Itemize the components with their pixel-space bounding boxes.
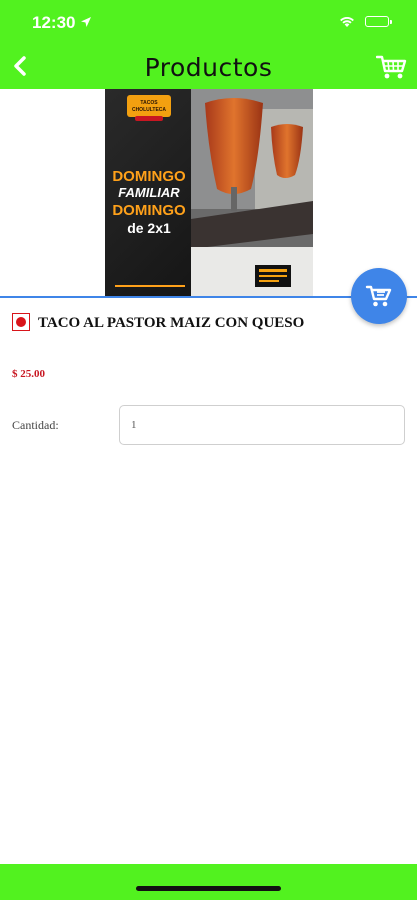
promo-line-3: DOMINGO: [112, 202, 186, 219]
product-name: TACO AL PASTOR MAIZ CON QUESO: [38, 315, 305, 331]
status-bar: 12:30: [0, 0, 417, 44]
location-arrow-icon: [80, 15, 92, 33]
home-indicator[interactable]: [136, 886, 281, 891]
add-to-cart-button[interactable]: [351, 268, 407, 324]
product-price: $ 25.00: [12, 368, 45, 380]
product-image: TACOS CHOLULTECA DOMINGO FAMILIAR DOMING…: [105, 89, 313, 297]
bottom-bar: [0, 864, 417, 900]
wifi-icon: [338, 15, 356, 33]
quantity-input[interactable]: [119, 405, 405, 445]
header-bar: 12:30 Productos: [0, 0, 417, 89]
promo-line-2: FAMILIAR: [118, 185, 180, 200]
battery-icon: [365, 16, 392, 27]
page-title: Productos: [144, 53, 273, 82]
item-type-badge-icon: [12, 313, 30, 331]
svg-text:CHOLULTECA: CHOLULTECA: [132, 107, 166, 113]
status-time: 12:30: [32, 13, 76, 32]
cart-add-icon: [365, 285, 392, 307]
quantity-label: Cantidad:: [12, 418, 59, 432]
logo-text: TACOS: [140, 100, 158, 106]
cart-button[interactable]: [375, 54, 408, 80]
promo-line-4: de 2x1: [127, 220, 171, 236]
shopping-cart-icon: [375, 55, 407, 79]
promo-line-1: DOMINGO: [112, 168, 186, 185]
